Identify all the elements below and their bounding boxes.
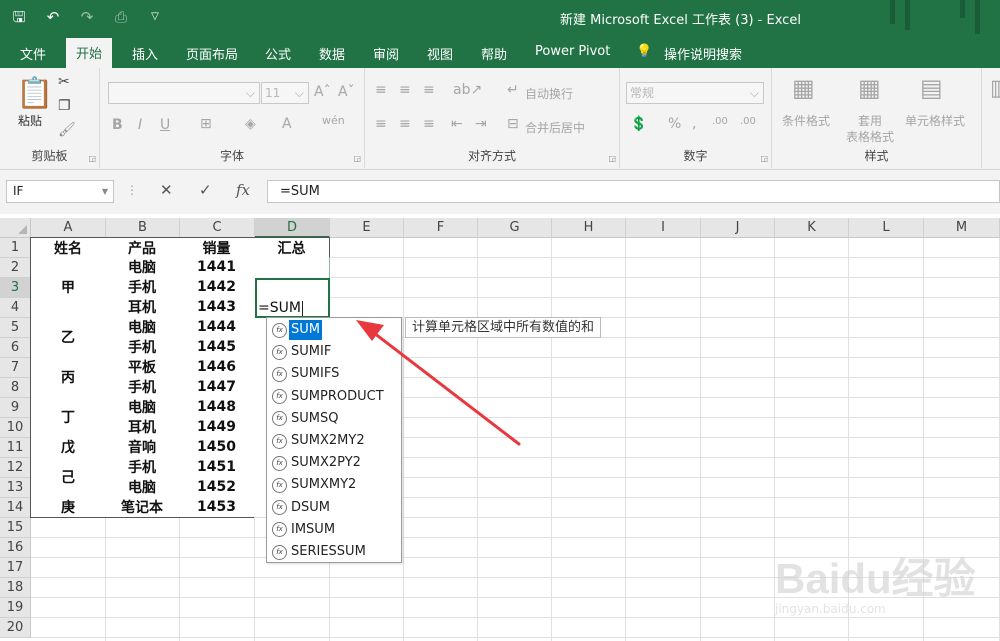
annotation-arrow-shaft: [372, 331, 521, 446]
watermark-brand: Baidu经验: [775, 555, 976, 602]
baidu-watermark: Baidu经验 jingyan.baidu.com: [775, 545, 976, 616]
